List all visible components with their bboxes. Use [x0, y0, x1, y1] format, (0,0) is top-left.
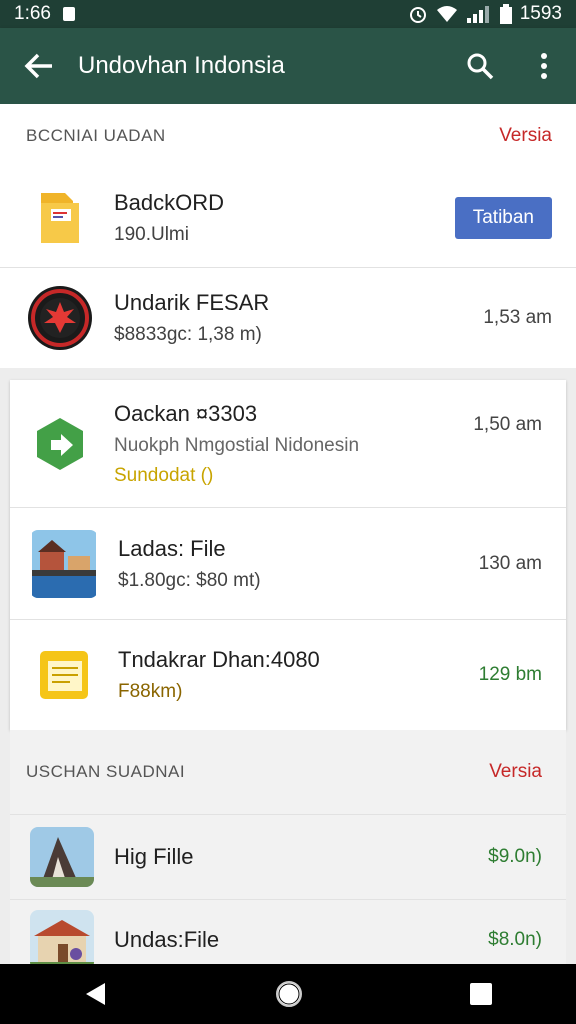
section-link[interactable]: Versia — [489, 761, 542, 783]
nav-back-icon[interactable] — [83, 981, 109, 1007]
photo-thumbnail-icon — [30, 827, 94, 887]
status-time: 1:66 — [14, 3, 51, 24]
list-item[interactable]: BadckORD 190.Ulmi Tatiban — [0, 168, 576, 268]
item-time: 1,53 am — [483, 307, 552, 328]
item-subtitle: 190.Ulmi — [114, 223, 189, 245]
item-time: 1,50 am — [473, 414, 542, 435]
item-title: Undas:File — [114, 927, 220, 952]
item-subtitle: Nuokph Nmgostial Nidonesin — [114, 434, 360, 456]
item-subtitle: F88km) — [118, 681, 183, 702]
item-time: 129 bm — [478, 664, 542, 685]
action-button[interactable]: Tatiban — [454, 196, 552, 239]
section-title: BCCNIAI UADAN — [26, 126, 166, 145]
section-card: Oackan ¤3303 Nuokph Nmgostial Nidonesin … — [10, 380, 566, 730]
item-status: Sundodat () — [114, 464, 214, 486]
photo-thumbnail-icon — [30, 529, 98, 598]
item-title: Undarik FESAR — [114, 290, 270, 315]
system-nav-bar — [0, 964, 576, 1024]
list-item[interactable]: Undarik FESAR $8833gc: 1,38 m) 1,53 am — [0, 268, 576, 368]
status-clock: 1593 — [519, 3, 562, 24]
list-item[interactable]: Oackan ¤3303 Nuokph Nmgostial Nidonesin … — [10, 380, 566, 508]
nav-recents-icon[interactable] — [469, 982, 493, 1006]
back-button[interactable] — [0, 28, 78, 104]
content-area[interactable]: BCCNIAI UADAN Versia BadckORD 190.Ulmi T… — [0, 104, 576, 964]
list-item[interactable]: Hig Fille $9.0n) — [10, 814, 566, 900]
search-icon — [467, 53, 494, 80]
status-bar: 1:66 1593 — [0, 0, 576, 28]
overflow-menu-button[interactable] — [512, 28, 576, 104]
arrow-back-icon — [24, 53, 52, 79]
section-card: BCCNIAI UADAN Versia BadckORD 190.Ulmi T… — [0, 104, 576, 368]
section-title: USCHAN SUADNAI — [26, 762, 186, 781]
section-link[interactable]: Versia — [499, 125, 552, 147]
item-title: Oackan ¤3303 — [114, 400, 258, 426]
item-subtitle: $8833gc: 1,38 m) — [114, 324, 262, 345]
section-card: USCHAN SUADNAI Versia Hig Fille $9.0n) U… — [10, 730, 566, 964]
wifi-icon — [436, 6, 457, 22]
more-vert-icon — [541, 53, 547, 79]
lock-icon — [62, 7, 75, 21]
section-header: USCHAN SUADNAI Versia — [10, 730, 566, 814]
search-button[interactable] — [448, 28, 512, 104]
alarm-icon — [409, 7, 426, 23]
item-title: BadckORD — [114, 189, 225, 215]
item-title: Tndakrar Dhan:4080 — [118, 647, 320, 672]
battery-icon — [499, 4, 512, 24]
app-bar: Undovhan Indonsia — [0, 28, 576, 104]
folder-icon — [26, 184, 94, 252]
item-title: Hig Fille — [114, 844, 194, 869]
list-item[interactable]: Ladas: File $1.80gc: $80 mt) 130 am — [10, 508, 566, 620]
list-item[interactable]: Tndakrar Dhan:4080 F88km) 129 bm — [10, 620, 566, 730]
list-item[interactable]: Undas:File $8.0n) — [10, 900, 566, 964]
item-subtitle: $1.80gc: $80 mt) — [118, 569, 261, 591]
page-title: Undovhan Indonsia — [78, 52, 285, 79]
signal-icon — [466, 6, 489, 23]
emblem-icon — [26, 284, 94, 352]
section-header: BCCNIAI UADAN Versia — [0, 104, 576, 168]
document-icon — [30, 641, 98, 709]
item-title: Ladas: File — [118, 535, 226, 561]
item-price: $9.0n) — [488, 846, 542, 867]
photo-thumbnail-icon — [30, 910, 94, 964]
app-icon — [26, 410, 94, 478]
nav-home-icon[interactable] — [274, 979, 304, 1009]
item-price: $8.0n) — [488, 929, 542, 950]
item-time: 130 am — [478, 552, 542, 574]
